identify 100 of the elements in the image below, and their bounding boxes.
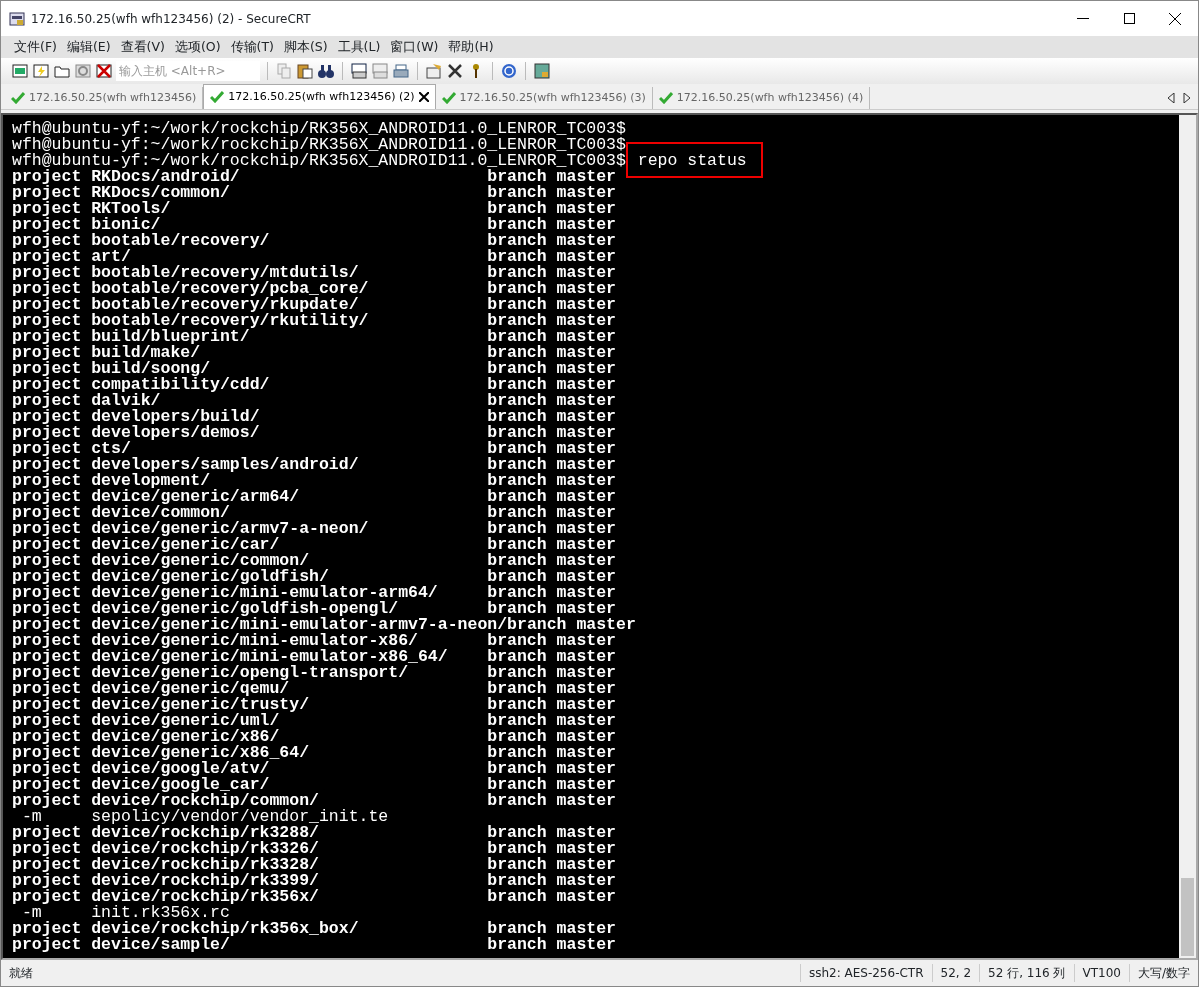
branch-text: branch master: [487, 937, 616, 953]
project-path: project compatibility/cdd/: [12, 377, 271, 393]
branch-text: branch master: [487, 473, 616, 489]
menu-item[interactable]: 查看(V): [115, 37, 170, 57]
flag-text: -m: [21, 809, 42, 825]
branch-text: branch master: [487, 729, 616, 745]
menu-item[interactable]: 工具(L): [332, 37, 386, 57]
menu-item[interactable]: 脚本(S): [278, 37, 333, 57]
project-path: project device/generic/mini-emulator-arm64/: [12, 585, 439, 601]
project-path: project device/generic/goldfish/: [12, 569, 329, 585]
branch-text: branch master: [487, 665, 616, 681]
project-path: project developers/demos/: [12, 425, 261, 441]
project-path: project cts/: [12, 441, 131, 457]
prompt-text: wfh@ubuntu-yf:~/work/rockchip/RK356X_ANDROID11.0_LENROR_TC003$: [12, 153, 626, 169]
branch-text: branch master: [487, 313, 616, 329]
check-icon: [210, 91, 225, 103]
prompt-text: wfh@ubuntu-yf:~/work/rockchip/RK356X_ANDROID11.0_LENROR_TC003$: [12, 121, 626, 137]
print-icon[interactable]: [350, 62, 368, 80]
flag-text: -m: [21, 905, 42, 921]
project-path: project device/generic/x86_64/: [12, 745, 311, 761]
command-text: repo status: [627, 144, 761, 176]
project-path: project build/soong/: [12, 361, 211, 377]
scrollbar-thumb[interactable]: [1181, 878, 1194, 956]
project-path: project development/: [12, 473, 211, 489]
status-text: ssh2: AES-256-CTR: [799, 964, 932, 982]
project-path: project device/rockchip/rk3326/: [12, 841, 320, 857]
branch-text: branch master: [487, 297, 616, 313]
branch-text: branch master: [487, 441, 616, 457]
branch-text: branch master: [487, 457, 616, 473]
branch-text: branch master: [487, 569, 616, 585]
session-tab[interactable]: 172.16.50.25(wfh wfh123456) (3): [435, 87, 653, 109]
menu-item[interactable]: 传输(T): [225, 37, 279, 57]
menu-item[interactable]: 选项(O): [169, 37, 226, 57]
menu-item[interactable]: 编辑(E): [61, 37, 116, 57]
left-arrow-icon[interactable]: [1168, 93, 1175, 103]
project-path: project device/rockchip/rk3328/: [12, 857, 320, 873]
prompt-text: wfh@ubuntu-yf:~/work/rockchip/RK356X_ANDROID11.0_LENROR_TC003$: [12, 137, 626, 153]
close-icon[interactable]: [418, 92, 429, 102]
branch-text: branch master: [487, 777, 616, 793]
project-path: project device/google/atv/: [12, 761, 270, 777]
branch-text: branch master: [487, 169, 616, 185]
project-path: project bootable/recovery/mtdutils/: [12, 265, 359, 281]
branch-text: branch master: [487, 185, 616, 201]
branch-text: branch master: [487, 377, 616, 393]
branch-text: branch master: [487, 537, 616, 553]
project-path: project bootable/recovery/rkutility/: [12, 313, 370, 329]
project-path: project device/sample/: [12, 937, 230, 953]
branch-text: branch master: [487, 745, 616, 761]
branch-text: branch master: [487, 409, 616, 425]
project-path: project RKDocs/android/: [12, 169, 240, 185]
project-path: project RKTools/: [12, 201, 172, 217]
maximize-icon: [1123, 13, 1135, 24]
project-path: project art/: [12, 249, 131, 265]
branch-text: branch master: [487, 841, 616, 857]
menu-item[interactable]: 文件(F): [9, 37, 62, 57]
project-path: project device/rockchip/rk356x/: [12, 889, 320, 905]
project-path: project device/generic/mini-emulator-armv7-a-neon/: [12, 617, 508, 633]
project-path: project device/rockchip/rk356x_box/: [12, 921, 360, 937]
branch-text: branch master: [487, 633, 616, 649]
right-arrow-icon[interactable]: [1183, 93, 1190, 103]
session-tab[interactable]: 172.16.50.25(wfh wfh123456) (2): [203, 84, 436, 109]
project-path: project build/blueprint/: [12, 329, 250, 345]
file-path: sepolicy/vendor/vendor_init.te: [91, 809, 389, 825]
project-path: project build/make/: [12, 345, 201, 361]
app-icon: [9, 10, 25, 27]
check-icon: [658, 92, 673, 104]
paste-icon[interactable]: [296, 62, 314, 80]
disconnect-icon[interactable]: [95, 62, 113, 80]
host-field[interactable]: 输入主机 <Alt+R>: [116, 61, 260, 81]
close-icon: [1169, 12, 1181, 25]
branch-text: branch master: [487, 393, 616, 409]
scrollbar[interactable]: [1179, 115, 1196, 958]
branch-text: branch master: [487, 201, 616, 217]
branch-text: branch master: [487, 793, 616, 809]
binoculars-icon[interactable]: [317, 62, 335, 80]
branch-text: branch master: [507, 617, 636, 633]
project-path: project bionic/: [12, 217, 161, 233]
printer-icon[interactable]: [392, 62, 410, 80]
check-icon: [11, 92, 25, 104]
project-path: project device/generic/mini-emulator-x86_64/: [12, 649, 449, 665]
menu-item[interactable]: 帮助(H): [443, 37, 499, 57]
project-path: project developers/build/: [12, 409, 261, 425]
lightning-icon[interactable]: [32, 62, 50, 80]
project-path: project RKDocs/common/: [12, 185, 231, 201]
branch-text: branch master: [487, 281, 616, 297]
project-path: project device/rockchip/common/: [12, 793, 319, 809]
check-icon: [441, 92, 456, 104]
branch-text: branch master: [487, 217, 616, 233]
branch-text: branch master: [487, 697, 616, 713]
project-path: project device/generic/trusty/: [12, 697, 311, 713]
session-tab[interactable]: 172.16.50.25(wfh wfh123456) (4): [652, 87, 871, 109]
file-path: init.rk356x.rc: [91, 905, 230, 921]
branch-text: branch master: [487, 825, 616, 841]
branch-text: branch master: [487, 585, 616, 601]
branch-text: branch master: [487, 681, 616, 697]
menu-item[interactable]: 窗口(W): [385, 37, 444, 57]
project-path: project dalvik/: [12, 393, 161, 409]
project-path: project device/generic/opengl-transport/: [12, 665, 409, 681]
session-icon[interactable]: [11, 62, 29, 80]
branch-text: branch master: [487, 505, 616, 521]
